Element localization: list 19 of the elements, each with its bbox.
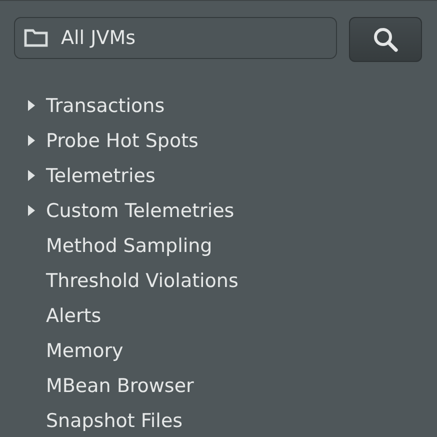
- tree-item[interactable]: Custom Telemetries: [46, 200, 234, 222]
- tree-item[interactable]: Alerts: [46, 304, 102, 326]
- expand-arrow-icon[interactable]: [28, 205, 34, 216]
- tree-item[interactable]: Threshold Violations: [46, 270, 238, 292]
- tree-item[interactable]: Probe Hot Spots: [46, 130, 198, 152]
- expand-arrow-icon[interactable]: [28, 170, 34, 181]
- tree-item[interactable]: Snapshot Files: [46, 410, 183, 432]
- expand-arrow-icon[interactable]: [28, 100, 34, 111]
- search-button[interactable]: [349, 17, 422, 62]
- tree-item[interactable]: Memory: [46, 340, 124, 362]
- tree-item[interactable]: MBean Browser: [46, 374, 194, 396]
- tree-item[interactable]: Telemetries: [46, 164, 156, 186]
- jvm-selector-field[interactable]: All JVMs: [14, 17, 337, 59]
- folder-icon: [24, 29, 48, 47]
- expand-arrow-icon[interactable]: [28, 135, 34, 146]
- search-icon: [372, 26, 398, 52]
- tree-item[interactable]: Transactions: [46, 94, 165, 116]
- tree-item[interactable]: Method Sampling: [46, 234, 212, 256]
- jvm-selector-value: All JVMs: [61, 27, 136, 49]
